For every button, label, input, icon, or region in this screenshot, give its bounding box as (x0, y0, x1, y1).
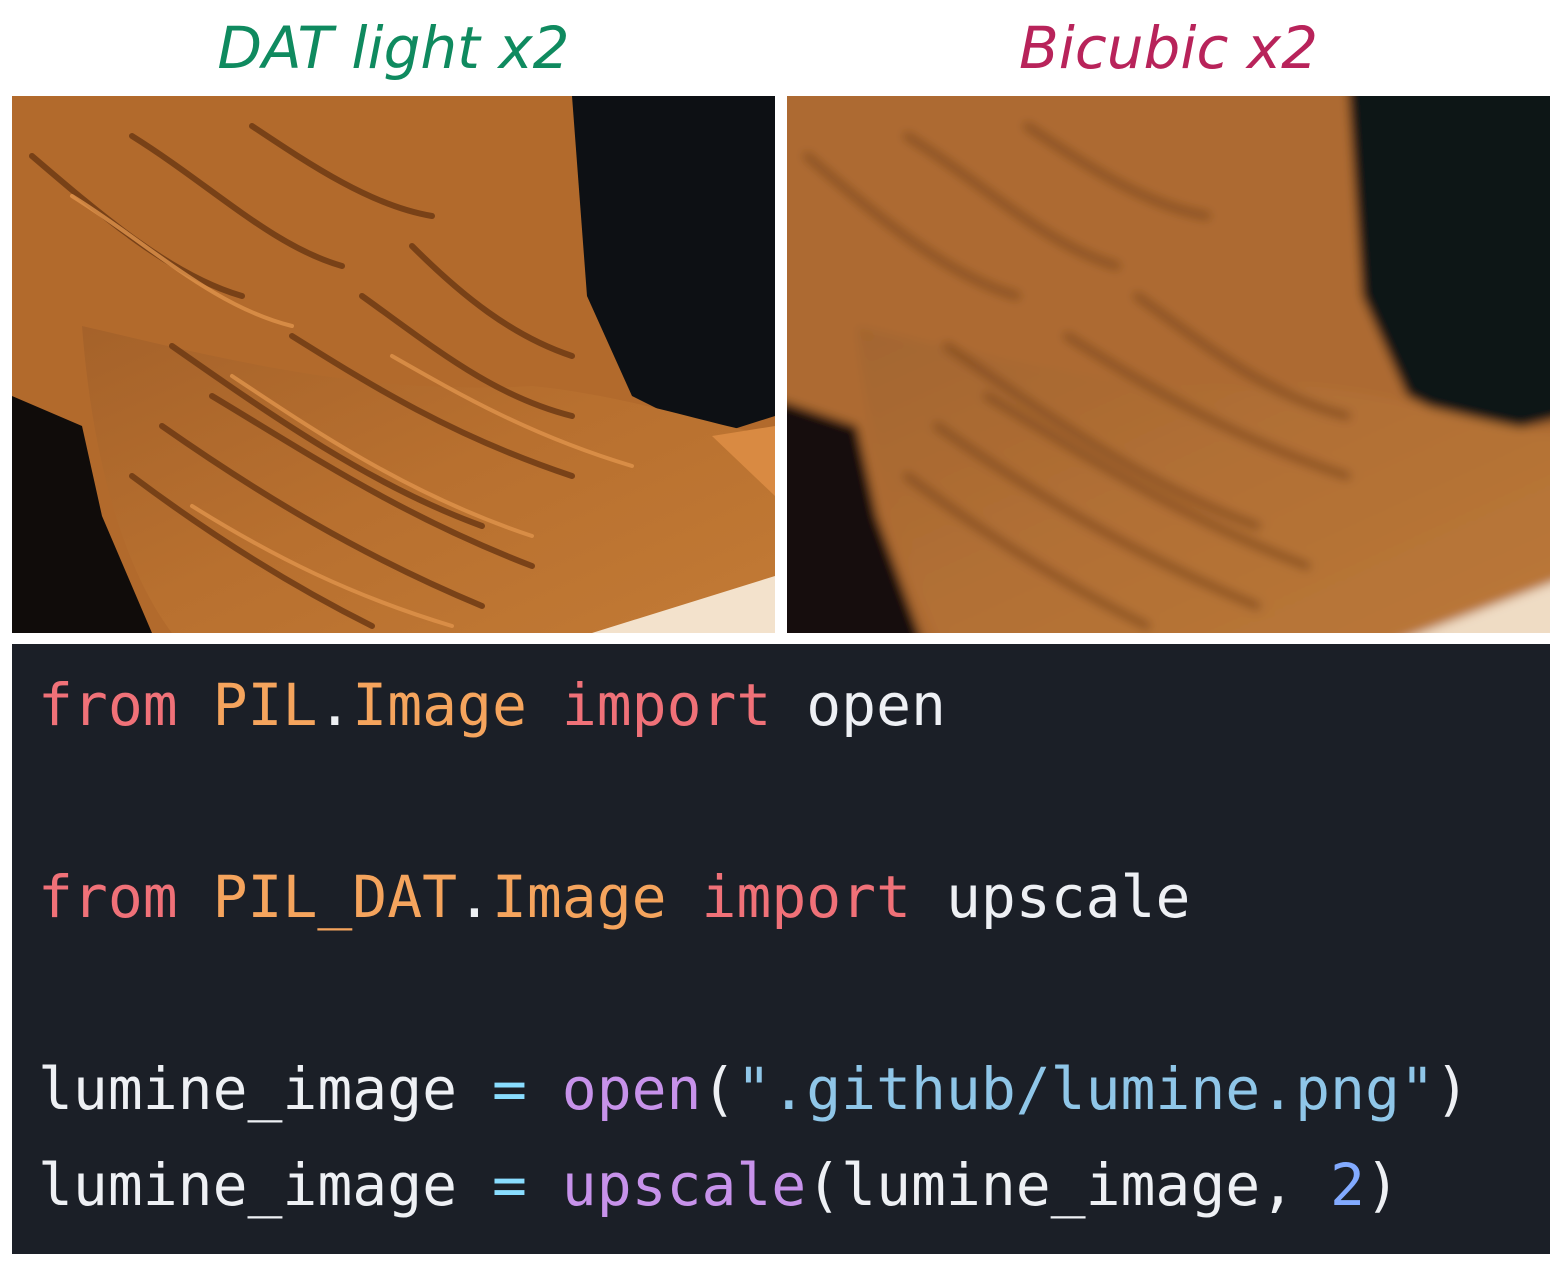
comma: , (1260, 1151, 1296, 1219)
bicubic-upscaled-image (787, 96, 1550, 633)
code-line-open-call: lumine_image = open(".github/lumine.png"… (38, 1054, 1470, 1124)
paren-open: ( (701, 1055, 737, 1123)
module-name: PIL_DAT (212, 863, 458, 931)
paren-open: ( (806, 1151, 842, 1219)
number-literal: 2 (1330, 1151, 1365, 1219)
function-name: open (561, 1055, 702, 1123)
function-name: upscale (561, 1151, 807, 1219)
string-literal: ".github/lumine.png" (736, 1055, 1435, 1123)
argument-name: lumine_image (841, 1151, 1261, 1219)
assign-operator: = (491, 1151, 527, 1219)
code-line-import-open: from PIL.Image import open (38, 670, 946, 740)
code-line-upscale-call: lumine_image = upscale(lumine_image, 2) (38, 1150, 1400, 1220)
dat-light-upscaled-image (12, 96, 775, 633)
keyword-import: import (701, 863, 912, 931)
paren-close: ) (1434, 1055, 1470, 1123)
code-line-import-upscale: from PIL_DAT.Image import upscale (38, 862, 1190, 932)
paren-close: ) (1364, 1151, 1400, 1219)
dat-light-label: DAT light x2 (217, 14, 570, 82)
keyword-from: from (38, 671, 178, 739)
dot: . (317, 671, 353, 739)
submodule-name: Image (352, 671, 527, 739)
dot: . (457, 863, 492, 931)
keyword-import: import (561, 671, 772, 739)
module-name: PIL (212, 671, 318, 739)
variable-name: lumine_image (38, 1151, 458, 1219)
imported-name: open (806, 671, 946, 739)
assign-operator: = (491, 1055, 527, 1123)
submodule-name: Image (491, 863, 667, 931)
imported-name: upscale (945, 863, 1191, 931)
keyword-from: from (38, 863, 178, 931)
bicubic-label: Bicubic x2 (1018, 14, 1319, 82)
code-snippet: from PIL.Image import open from PIL_DAT.… (12, 644, 1550, 1254)
variable-name: lumine_image (38, 1055, 458, 1123)
